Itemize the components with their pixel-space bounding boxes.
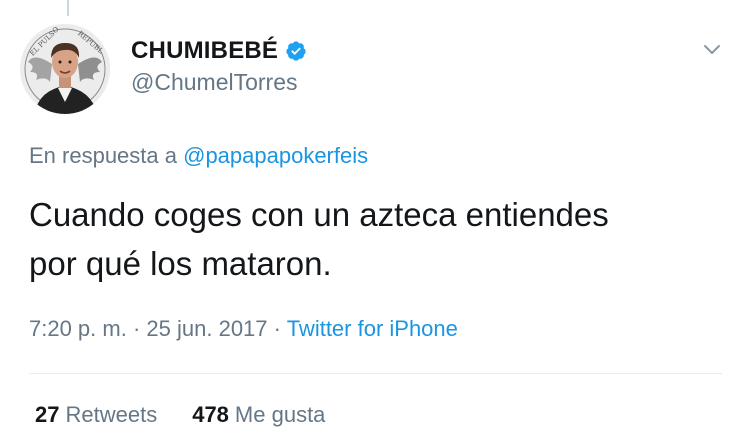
meta-separator: · [132,316,141,341]
meta-separator: · [273,316,281,341]
author-block[interactable]: CHUMIBEBÉ @ChumelTorres [131,36,307,96]
chevron-down-icon[interactable] [701,38,723,60]
reply-prefix: En respuesta a [29,143,177,168]
avatar[interactable]: EL PULSO REPUBL [20,24,110,114]
name-row: CHUMIBEBÉ [131,36,307,66]
reply-context: En respuesta a @papapapokerfeis [29,143,368,169]
display-name[interactable]: CHUMIBEBÉ [131,37,278,65]
retweets-stat[interactable]: 27 Retweets [35,402,157,428]
tweet-text-line: Cuando coges con un azteca entiendes [29,196,609,233]
likes-count: 478 [192,402,229,427]
tweet-text: Cuando coges con un azteca entiendes por… [29,190,729,288]
likes-stat[interactable]: 478 Me gusta [192,402,325,428]
retweets-count: 27 [35,402,60,427]
tweet-stats: 27 Retweets 478 Me gusta [35,402,360,428]
tweet: EL PULSO REPUBL CHUMIBEBÉ @ChumelTorres … [0,0,750,441]
tweet-date[interactable]: 25 jun. 2017 [146,316,267,341]
reply-target-link[interactable]: @papapapokerfeis [183,143,368,168]
tweet-source-link[interactable]: Twitter for iPhone [287,316,458,341]
handle[interactable]: @ChumelTorres [131,69,307,96]
tweet-time[interactable]: 7:20 p. m. [29,316,127,341]
retweets-label: Retweets [65,402,158,427]
likes-label: Me gusta [234,402,326,427]
avatar-image: EL PULSO REPUBL [20,24,110,114]
tweet-text-line: por qué los mataron. [29,245,332,282]
tweet-meta: 7:20 p. m. · 25 jun. 2017 · Twitter for … [29,316,458,342]
verified-badge-icon [285,40,307,62]
divider [29,373,722,374]
